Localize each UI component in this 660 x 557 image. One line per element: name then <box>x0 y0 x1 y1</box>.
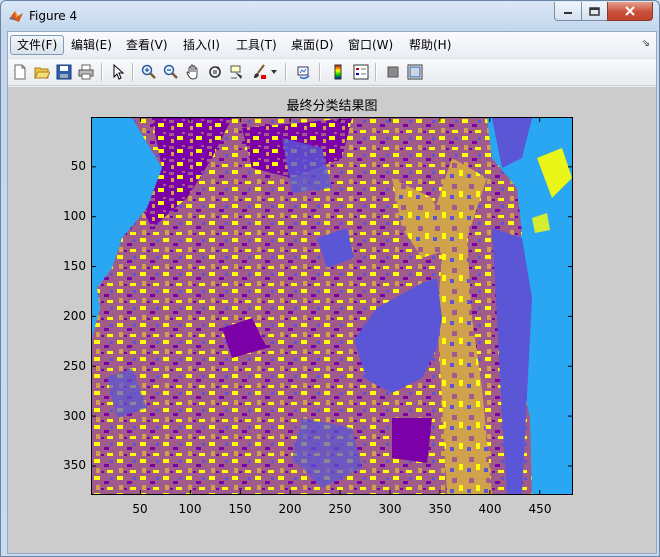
save-icon[interactable] <box>54 62 74 82</box>
plot-title: 最终分类结果图 <box>286 99 378 114</box>
open-file-icon[interactable] <box>32 62 52 82</box>
figure-toolbar <box>8 59 656 86</box>
toolbar-separator <box>375 63 377 81</box>
x-tick-label: 50 <box>132 502 148 516</box>
menu-help[interactable]: 帮助(H) <box>403 35 457 55</box>
link-plot-icon[interactable] <box>294 62 314 82</box>
matlab-logo-icon <box>8 8 24 24</box>
y-tick-label: 300 <box>63 409 86 423</box>
brush-icon[interactable] <box>249 62 269 82</box>
x-tick-label: 450 <box>528 502 552 516</box>
data-cursor-icon[interactable] <box>227 62 247 82</box>
classification-image-axes[interactable] <box>91 117 573 495</box>
classification-map <box>92 118 572 494</box>
menu-edit[interactable]: 编辑(E) <box>65 35 118 55</box>
toolbar-separator <box>319 63 321 81</box>
y-tick-label: 350 <box>63 458 86 472</box>
print-icon[interactable] <box>76 62 96 82</box>
menu-insert[interactable]: 插入(I) <box>177 35 226 55</box>
close-button[interactable] <box>607 2 653 21</box>
rotate-3d-icon[interactable] <box>205 62 225 82</box>
menu-desktop[interactable]: 桌面(D) <box>285 35 340 55</box>
toolbar-separator <box>285 63 287 81</box>
colorbar-icon[interactable] <box>328 62 348 82</box>
maximize-button[interactable] <box>581 2 608 21</box>
menu-file[interactable]: 文件(F) <box>10 35 65 55</box>
x-tick-label: 100 <box>178 502 202 516</box>
menu-overflow-icon[interactable]: ⇘ <box>642 38 650 49</box>
y-tick-label: 150 <box>63 259 86 273</box>
x-tick-label: 250 <box>328 502 352 516</box>
hide-plot-tools-icon[interactable] <box>383 62 403 82</box>
figure-canvas: 最终分类结果图 50 100 150 200 250 300 350 50 10… <box>8 87 656 553</box>
legend-icon[interactable] <box>351 62 371 82</box>
menu-window[interactable]: 窗口(W) <box>342 35 399 55</box>
figure-window: Figure 4 文件(F) 编辑(E) 查看(V) 插入(I) 工具(T) 桌… <box>0 0 660 557</box>
y-tick-label: 250 <box>63 359 86 373</box>
menu-bar: 文件(F) 编辑(E) 查看(V) 插入(I) 工具(T) 桌面(D) 窗口(W… <box>8 32 656 59</box>
select-arrow-icon[interactable] <box>108 62 128 82</box>
x-tick-label: 300 <box>378 502 402 516</box>
zoom-out-icon[interactable] <box>161 62 181 82</box>
window-title: Figure 4 <box>29 9 78 23</box>
show-plot-tools-icon[interactable] <box>405 62 425 82</box>
figure-client-area: 文件(F) 编辑(E) 查看(V) 插入(I) 工具(T) 桌面(D) 窗口(W… <box>7 31 657 554</box>
x-tick-label: 400 <box>478 502 502 516</box>
x-tick-label: 150 <box>228 502 252 516</box>
new-figure-icon[interactable] <box>10 62 30 82</box>
minimize-button[interactable] <box>554 2 582 21</box>
brush-dropdown-icon[interactable] <box>269 62 279 82</box>
menu-view[interactable]: 查看(V) <box>120 35 174 55</box>
y-tick-label: 50 <box>70 159 86 173</box>
menu-tools[interactable]: 工具(T) <box>230 35 283 55</box>
toolbar-separator <box>132 63 134 81</box>
pan-hand-icon[interactable] <box>183 62 203 82</box>
y-tick-label: 100 <box>63 209 86 223</box>
x-tick-label: 350 <box>428 502 452 516</box>
zoom-in-icon[interactable] <box>139 62 159 82</box>
y-tick-label: 200 <box>63 309 86 323</box>
x-tick-label: 200 <box>278 502 302 516</box>
title-bar[interactable]: Figure 4 <box>1 1 659 31</box>
toolbar-separator <box>101 63 103 81</box>
